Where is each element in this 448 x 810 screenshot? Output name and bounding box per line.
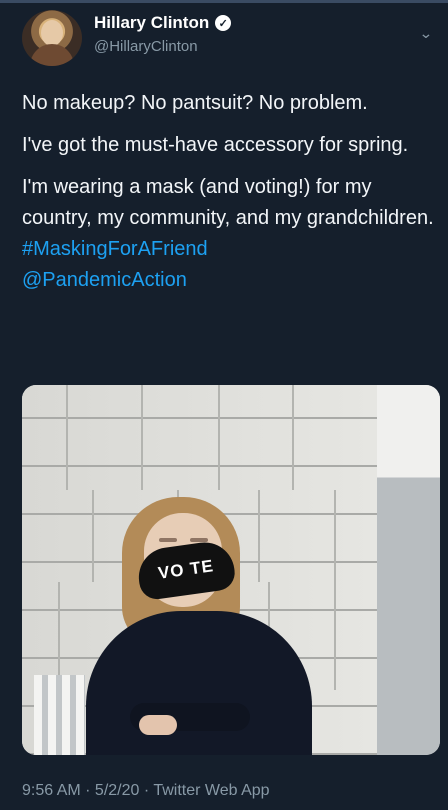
avatar-body <box>30 44 74 66</box>
verified-badge-icon: ✓ <box>215 15 232 31</box>
eye <box>159 538 177 542</box>
shingle-seam <box>258 490 260 582</box>
shingle-seam <box>92 490 94 582</box>
avatar[interactable] <box>22 10 82 66</box>
shingle-seam <box>292 385 294 490</box>
tweet-photo[interactable]: VO TE <box>22 385 440 755</box>
chevron-down-icon[interactable]: ⌄ <box>419 25 433 42</box>
tweet-text: No makeup? No pantsuit? No problem. I've… <box>22 88 442 307</box>
shingle-seam <box>58 582 60 690</box>
hashtag-link[interactable]: #MaskingForAFriend <box>22 238 208 260</box>
user-handle[interactable]: @HillaryClinton <box>94 38 198 55</box>
tweet-paragraph-3: I'm wearing a mask (and voting!) for my … <box>22 172 442 296</box>
shingle-seam <box>334 582 336 690</box>
name-row: Hillary Clinton ✓ <box>94 13 232 33</box>
tweet-timestamp[interactable]: 9:56 AM · 5/2/20 · Twitter Web App <box>22 782 270 800</box>
porch-background <box>377 385 440 755</box>
person-torso <box>86 611 312 755</box>
tweet-paragraph-3-text: I'm wearing a mask (and voting!) for my … <box>22 176 434 229</box>
tweet-paragraph-2: I've got the must-have accessory for spr… <box>22 134 409 156</box>
avatar-face <box>41 20 63 46</box>
shingle-seam <box>334 490 336 582</box>
mention-link[interactable]: @PandemicAction <box>22 269 187 291</box>
person-hand <box>139 715 177 735</box>
tweet-paragraph-1: No makeup? No pantsuit? No problem. <box>22 92 368 114</box>
top-divider <box>0 0 448 3</box>
tweet-header: Hillary Clinton ✓ @HillaryClinton ⌄ <box>22 8 433 68</box>
shingle-seam <box>66 385 68 490</box>
shingle-seam <box>141 385 143 490</box>
porch-railing <box>34 675 85 755</box>
shingle-seam <box>218 385 220 490</box>
mask-text: VO TE <box>156 556 215 583</box>
display-name[interactable]: Hillary Clinton <box>94 13 209 33</box>
